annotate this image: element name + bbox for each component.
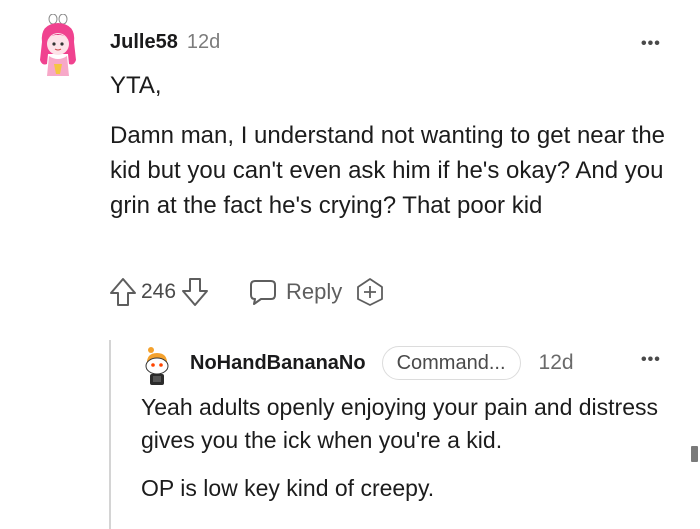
snoo-avatar[interactable] <box>141 345 173 387</box>
reply-timestamp[interactable]: 12d <box>539 351 574 375</box>
thread-line[interactable] <box>109 340 111 529</box>
user-avatar[interactable] <box>36 14 82 80</box>
reply-username[interactable]: NoHandBananaNo <box>190 352 366 375</box>
speech-bubble-icon <box>250 280 277 305</box>
more-options-icon[interactable]: ••• <box>641 351 661 369</box>
downvote-icon[interactable] <box>180 276 210 308</box>
award-plus-icon <box>357 278 384 306</box>
comment-action-bar: 246 Reply <box>108 270 384 314</box>
comment-header: Julle58 12d <box>110 31 220 54</box>
vote-score: 246 <box>141 280 177 303</box>
comment-timestamp[interactable]: 12d <box>187 31 220 54</box>
reply-paragraph: Yeah adults openly enjoying your pain an… <box>141 394 659 453</box>
reply-paragraph: OP is low key kind of creepy. <box>141 475 435 501</box>
reply-button[interactable]: Reply <box>248 277 342 307</box>
user-flair[interactable]: Command... <box>381 346 521 380</box>
comment-body: YTA, Damn man, I understand not wanting … <box>110 68 690 238</box>
comment-paragraph: YTA, <box>110 72 162 99</box>
comment-thread: Julle58 12d ••• YTA, Damn man, I underst… <box>0 0 700 529</box>
more-options-icon[interactable]: ••• <box>641 35 661 53</box>
reply-label: Reply <box>286 279 343 304</box>
award-button[interactable] <box>356 277 384 307</box>
comment-paragraph: Damn man, I understand not wanting to ge… <box>110 122 666 219</box>
reply-body: Yeah adults openly enjoying your pain an… <box>141 391 686 520</box>
comment-username[interactable]: Julle58 <box>110 31 178 54</box>
upvote-icon[interactable] <box>108 276 138 308</box>
scrollbar-thumb[interactable] <box>691 446 698 462</box>
reply-header: NoHandBananaNo Command... 12d <box>190 346 574 380</box>
